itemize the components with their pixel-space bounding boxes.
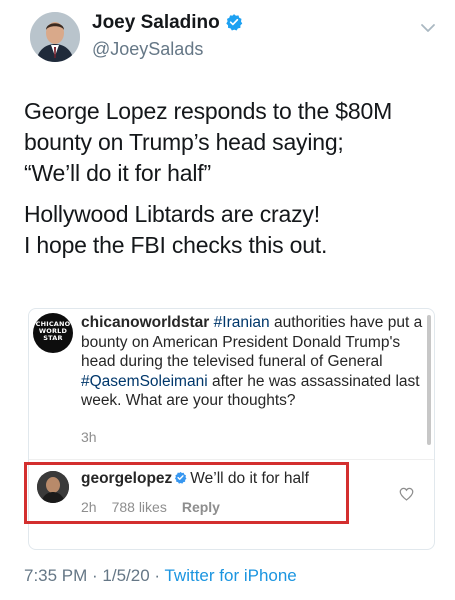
avatar-logo-text: CHICANO WORLD STAR [35, 320, 71, 342]
comment-username: chicanoworldstar [81, 314, 210, 331]
chevron-down-icon[interactable] [420, 22, 436, 34]
tweet-paragraph: Hollywood Libtards are crazy! I hope the… [24, 199, 444, 261]
tweet-line: I hope the FBI checks this out. [24, 232, 328, 258]
original-post-caption: chicanoworldstar #Iranian authorities ha… [81, 313, 423, 411]
tweet-text: George Lopez responds to the $80M bounty… [24, 96, 444, 261]
tweet-line: George Lopez responds to the $80M [24, 98, 393, 124]
tweet-paragraph: George Lopez responds to the $80M bounty… [24, 96, 444, 189]
tweet-line: “We’ll do it for half” [24, 160, 211, 186]
tweet-timestamp-line: 7:35 PM · 1/5/20 · Twitter for iPhone [24, 566, 297, 586]
verified-badge-icon [226, 14, 243, 31]
tweet-header: Joey Saladino @JoeySalads [0, 0, 455, 80]
author-display-name[interactable]: Joey Saladino [92, 12, 243, 34]
hashtag-link: #Iranian [213, 314, 270, 331]
scrollbar [427, 315, 431, 445]
hashtag-link: #QasemSoleimani [81, 372, 208, 390]
chicanoworldstar-avatar: CHICANO WORLD STAR [33, 313, 73, 353]
author-handle[interactable]: @JoeySalads [92, 39, 203, 60]
tweet-timestamp[interactable]: 7:35 PM · 1/5/20 · [24, 566, 164, 585]
author-avatar[interactable] [30, 12, 80, 62]
tweet-source-link[interactable]: Twitter for iPhone [164, 566, 296, 585]
red-highlight-box [24, 462, 349, 524]
divider [29, 459, 434, 460]
caption-timestamp: 3h [81, 429, 97, 445]
tweet-line: bounty on Trump’s head saying; [24, 129, 344, 155]
tweet-line: Hollywood Libtards are crazy! [24, 201, 320, 227]
heart-icon [399, 487, 414, 501]
